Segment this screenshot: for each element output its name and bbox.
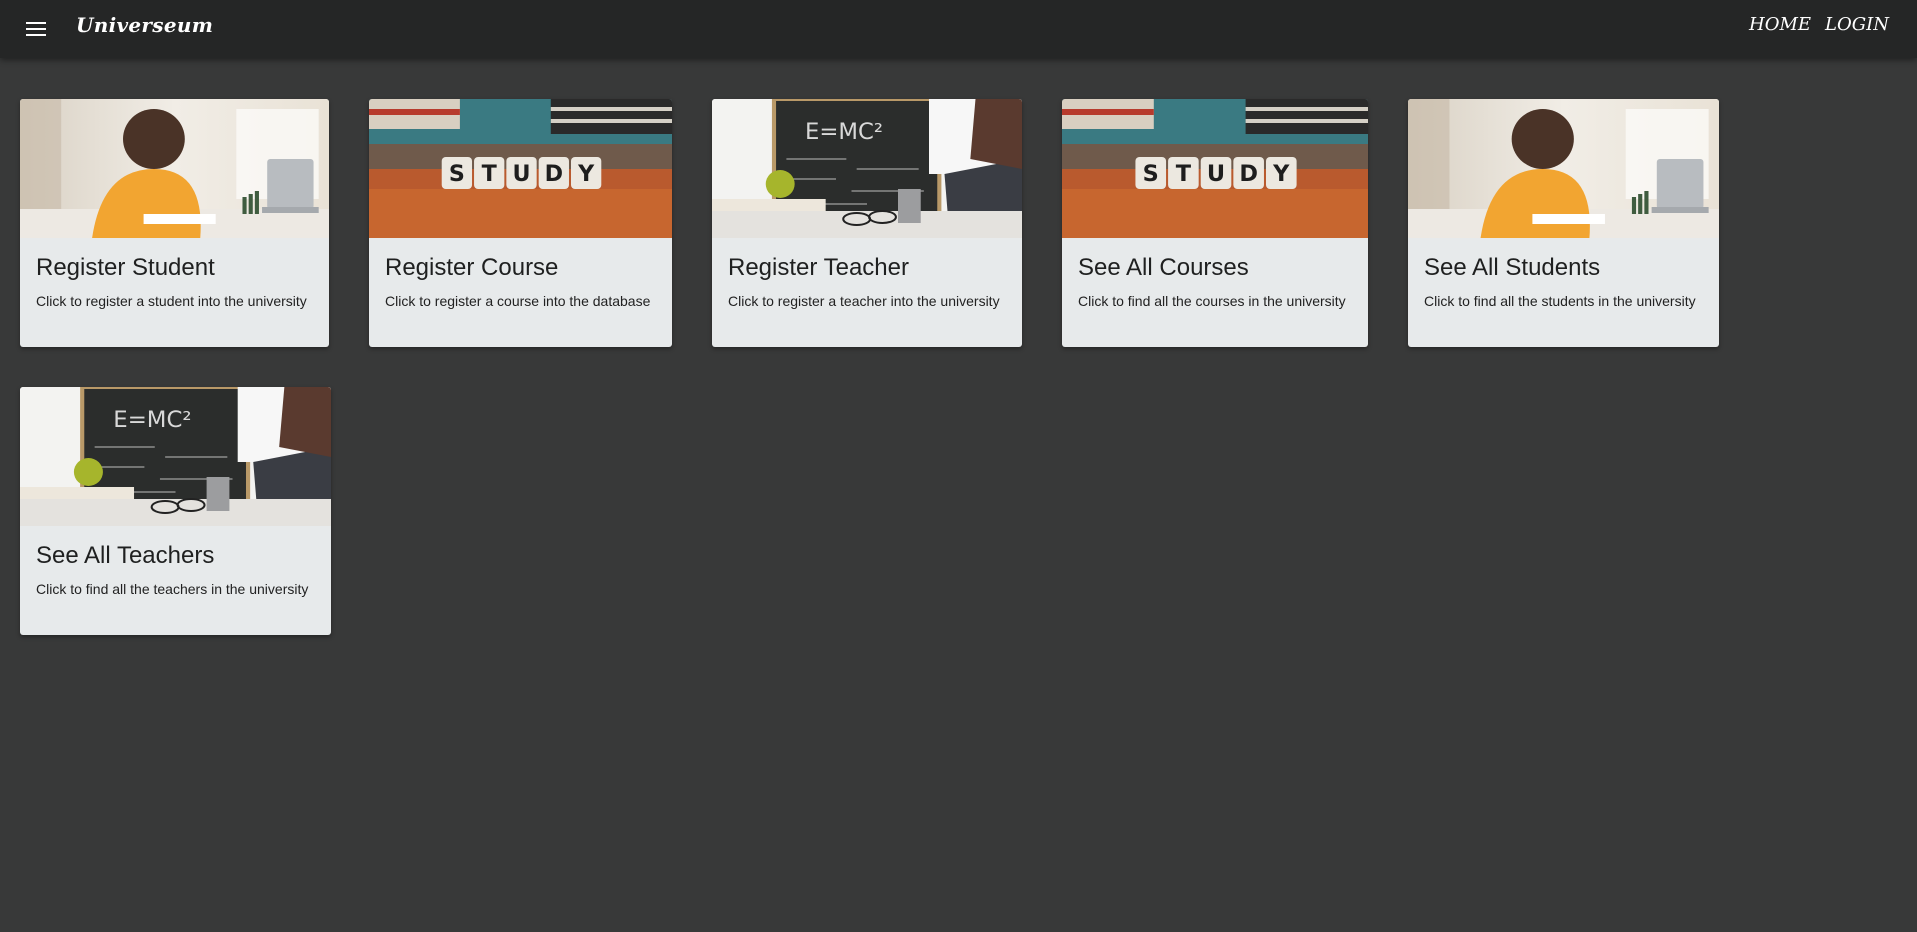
study-letter: U [512,161,530,187]
card-description: Click to register a student into the uni… [36,293,307,309]
card-see-all-students[interactable]: See All Students Click to find all the s… [1408,99,1719,347]
chalk-formula: E=MC² [805,119,883,145]
student-writing-image [20,99,329,238]
chalkboard-teacher-image: E=MC² [712,99,1022,238]
card-description: Click to find all the courses in the uni… [1078,293,1346,309]
study-letter: Y [1272,161,1290,187]
study-letter: D [1239,161,1258,187]
study-letter: S [1143,161,1159,187]
study-letter: D [545,161,563,187]
student-writing-image [1408,99,1719,238]
card-title: Register Course [385,254,559,281]
card-title: Register Student [36,254,215,281]
card-register-student[interactable]: Register Student Click to register a stu… [20,99,329,347]
nav-home-link[interactable]: HOME [1749,14,1811,35]
study-letter: S [449,161,465,187]
study-letter: T [1176,161,1192,187]
study-blocks-image: S T U D Y [369,99,672,238]
card-description: Click to find all the students in the un… [1424,293,1696,309]
card-title: See All Courses [1078,254,1249,281]
study-blocks-image: S T U D Y [1062,99,1368,238]
app-bar: Universeum HOME LOGIN [0,0,1917,58]
menu-icon[interactable] [20,14,52,44]
card-title: See All Students [1424,254,1601,281]
brand-logo[interactable]: Universeum [76,13,213,37]
card-title: Register Teacher [728,254,909,281]
top-nav: HOME LOGIN [1749,14,1889,35]
card-see-all-teachers[interactable]: E=MC² See All Teachers Click to find all… [20,387,331,635]
card-description: Click to register a teacher into the uni… [728,293,1000,309]
card-see-all-courses[interactable]: S T U D Y See All Courses Click to find … [1062,99,1368,347]
nav-login-link[interactable]: LOGIN [1825,14,1889,35]
chalk-formula: E=MC² [113,407,191,433]
card-description: Click to find all the teachers in the un… [36,581,309,597]
chalkboard-teacher-image: E=MC² [20,387,331,526]
card-register-course[interactable]: S T U D Y Register Course Click to regis… [369,99,672,347]
study-letter: U [1207,161,1225,187]
card-description: Click to register a course into the data… [385,293,651,309]
study-letter: T [482,161,497,187]
card-title: See All Teachers [36,542,215,569]
card-register-teacher[interactable]: E=MC² Register Teacher Click to register… [712,99,1022,347]
card-grid: Register Student Click to register a stu… [0,0,1917,932]
study-letter: Y [577,161,595,187]
